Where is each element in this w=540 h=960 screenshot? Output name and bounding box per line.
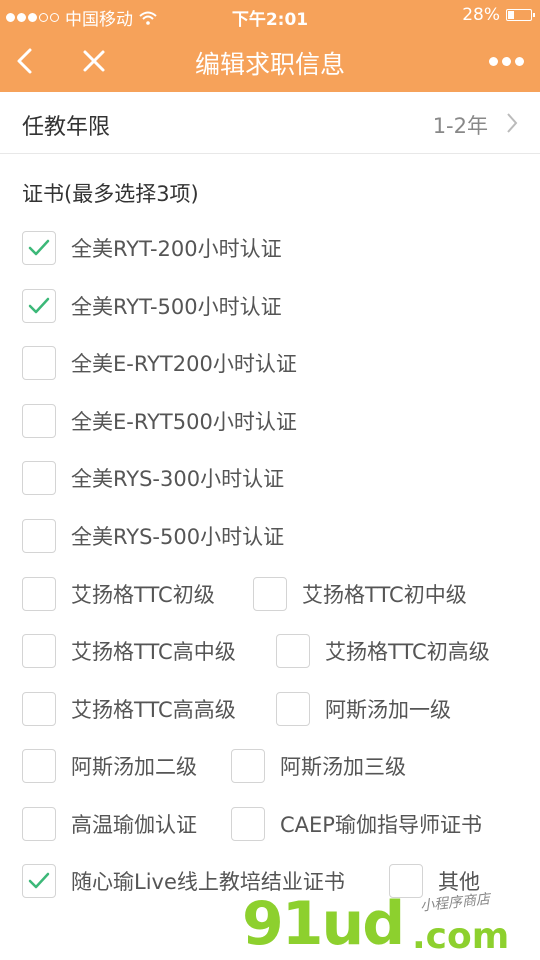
status-right: 28%: [462, 5, 535, 25]
certificate-option-label: 其他: [438, 870, 480, 894]
checkbox[interactable]: [389, 864, 423, 898]
checkbox[interactable]: [22, 864, 56, 898]
certificate-option[interactable]: 其他: [389, 863, 480, 899]
checkbox[interactable]: [22, 404, 56, 438]
nav-bar: 编辑求职信息: [0, 30, 540, 92]
checkbox[interactable]: [231, 807, 265, 841]
watermark-logo: 91ud: [242, 889, 405, 959]
certificate-option[interactable]: 全美RYS-500小时认证: [22, 518, 284, 554]
chevron-left-icon[interactable]: [10, 44, 40, 78]
certificate-option-label: 艾扬格TTC高中级: [71, 640, 236, 664]
certificate-option-label: 全美RYT-200小时认证: [71, 237, 282, 261]
checkbox[interactable]: [22, 289, 56, 323]
certificate-option-label: 阿斯汤加一级: [325, 698, 451, 722]
certificate-option[interactable]: 艾扬格TTC初级: [22, 576, 215, 612]
certificate-option[interactable]: CAEP瑜伽指导师证书: [231, 806, 482, 842]
teaching-years-row[interactable]: 任教年限 1-2年: [0, 92, 540, 154]
checkbox[interactable]: [276, 692, 310, 726]
certificate-option[interactable]: 阿斯汤加一级: [276, 691, 451, 727]
certificate-option-label: 全美RYS-300小时认证: [71, 467, 285, 491]
certificate-option[interactable]: 全美E-RYT200小时认证: [22, 345, 297, 381]
checkbox[interactable]: [231, 749, 265, 783]
certificate-option[interactable]: 全美RYT-200小时认证: [22, 230, 282, 266]
certificate-option-label: 高温瑜伽认证: [71, 813, 197, 837]
checkbox[interactable]: [276, 634, 310, 668]
battery-fill: [508, 11, 514, 19]
certificate-option-label: 全美RYS-500小时认证: [71, 525, 285, 549]
watermark-domain: .com: [412, 916, 510, 957]
checkbox[interactable]: [253, 577, 287, 611]
chevron-right-icon: [507, 113, 518, 133]
certificate-option[interactable]: 全美RYS-300小时认证: [22, 460, 284, 496]
certificate-option[interactable]: 阿斯汤加三级: [231, 748, 406, 784]
certificate-option[interactable]: 艾扬格TTC初中级: [253, 576, 467, 612]
certificate-option[interactable]: 艾扬格TTC高高级: [22, 691, 236, 727]
certificate-option-label: 艾扬格TTC初中级: [302, 583, 467, 607]
certificate-option-label: 艾扬格TTC高高级: [71, 698, 236, 722]
certificate-option[interactable]: 阿斯汤加二级: [22, 748, 197, 784]
checkbox[interactable]: [22, 346, 56, 380]
certificate-option[interactable]: 全美RYT-500小时认证: [22, 288, 282, 324]
certificate-option-label: 全美E-RYT200小时认证: [71, 352, 297, 376]
checkbox[interactable]: [22, 461, 56, 495]
checkmark-icon: [28, 872, 50, 889]
certificate-option[interactable]: 全美E-RYT500小时认证: [22, 403, 297, 439]
certificate-option-label: 艾扬格TTC初级: [71, 583, 215, 607]
status-time: 下午2:01: [231, 10, 309, 30]
checkbox[interactable]: [22, 807, 56, 841]
certificates-title: 证书(最多选择3项): [22, 182, 199, 206]
teaching-years-value: 1-2年: [432, 114, 488, 138]
close-icon[interactable]: [78, 44, 110, 78]
teaching-years-label: 任教年限: [22, 115, 111, 140]
checkbox[interactable]: [22, 519, 56, 553]
battery-icon: [506, 9, 535, 21]
checkbox[interactable]: [22, 634, 56, 668]
checkmark-icon: [28, 239, 50, 256]
certificate-option[interactable]: 艾扬格TTC初高级: [276, 633, 490, 669]
certificate-option-label: CAEP瑜伽指导师证书: [280, 813, 482, 837]
certificate-option-label: 艾扬格TTC初高级: [325, 640, 490, 664]
certificate-option-label: 全美E-RYT500小时认证: [71, 410, 297, 434]
certificate-option[interactable]: 艾扬格TTC高中级: [22, 633, 236, 669]
status-bar: 中国移动 下午2:01 28%: [0, 0, 540, 30]
checkbox[interactable]: [22, 692, 56, 726]
certificate-option-label: 随心瑜Live线上教培结业证书: [71, 870, 345, 894]
certificate-option-label: 阿斯汤加三级: [280, 755, 406, 779]
checkmark-icon: [28, 297, 50, 314]
certificate-option-label: 全美RYT-500小时认证: [71, 295, 282, 319]
more-dots-icon[interactable]: [486, 52, 526, 70]
certificate-option-label: 阿斯汤加二级: [71, 755, 197, 779]
certificate-option[interactable]: 高温瑜伽认证: [22, 806, 197, 842]
checkbox[interactable]: [22, 231, 56, 265]
checkbox[interactable]: [22, 749, 56, 783]
checkbox[interactable]: [22, 577, 56, 611]
certificate-option[interactable]: 随心瑜Live线上教培结业证书: [22, 863, 345, 899]
battery-percent: 28%: [462, 5, 500, 25]
